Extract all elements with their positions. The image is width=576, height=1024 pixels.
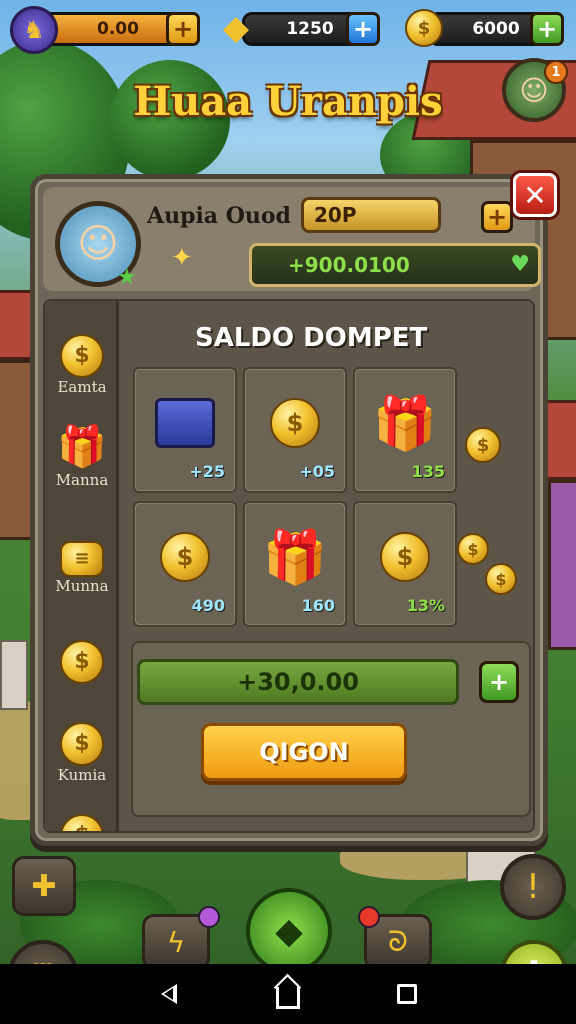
system-navigation-bar: [0, 964, 576, 1024]
side-item-coin-stack[interactable]: ≡ Munna: [49, 527, 115, 595]
panel-header: ☺ ★ Aupia Ouod 20P + ✦ +900.0100 ♥: [43, 187, 541, 291]
quest-button[interactable]: !: [500, 854, 566, 920]
coin-icon: $: [49, 631, 115, 684]
back-button[interactable]: [149, 974, 189, 1014]
wallet-item-value: 160: [301, 596, 335, 615]
home-icon: [275, 987, 300, 1009]
chest-icon: [135, 383, 235, 463]
coin-stack-icon: $: [135, 517, 235, 597]
coin-icon: $: [49, 713, 115, 766]
coins-value: 6000: [472, 19, 520, 39]
gem-icon: ◆: [222, 8, 250, 48]
sparkle-icon: ✦: [171, 243, 193, 273]
game-title: Huaa Uranpis: [133, 78, 443, 125]
gems-value: 1250: [286, 19, 334, 39]
purple-gem-icon: [198, 906, 220, 928]
wallet-item[interactable]: 🎁 160: [243, 501, 347, 627]
close-button[interactable]: ✕: [513, 173, 557, 217]
rope-icon: ᘐ: [388, 925, 408, 958]
panel-body: $ Eamta 🎁 Manna ≡ Munna $ $ Kumia $ SALD: [43, 299, 535, 833]
add-coins-button[interactable]: +: [530, 12, 564, 46]
wallet-item[interactable]: +25: [133, 367, 237, 493]
star-icon: ★: [117, 264, 137, 290]
wallet-item[interactable]: 🎁 135: [353, 367, 457, 493]
house: [548, 480, 576, 650]
top-resource-bar: 0.00 ♞ + 1250 ◆ + 6000 $ +: [8, 6, 568, 54]
balance-value: +900.0100: [288, 253, 410, 277]
balance-display: +900.0100 ♥: [249, 243, 541, 287]
coin-icon: $: [457, 533, 489, 565]
wallet-item-value: 490: [191, 596, 225, 615]
wallet-item-value: 13%: [406, 596, 445, 615]
puzzle-button[interactable]: ✚: [12, 856, 76, 916]
side-item-label: Munna: [55, 577, 109, 595]
level-badge: 20P: [301, 197, 441, 233]
wallet-item-value: +25: [189, 462, 225, 481]
add-gems-button[interactable]: +: [346, 12, 380, 46]
recents-button[interactable]: [387, 974, 427, 1014]
profile-resource-value: 0.00: [97, 19, 139, 39]
player-avatar-icon[interactable]: ♞: [10, 6, 58, 54]
wallet-item[interactable]: $ +05: [243, 367, 347, 493]
side-item-coin[interactable]: $: [49, 631, 115, 684]
amount-value: +30,0.00: [237, 668, 359, 696]
coin-icon: $: [485, 563, 517, 595]
player-name: Aupia Ouod: [147, 203, 291, 229]
coin-icon: $: [402, 6, 446, 50]
side-item-coin[interactable]: $ Kumia: [49, 713, 115, 784]
side-item-coin[interactable]: $: [49, 805, 115, 831]
exclamation-icon: !: [526, 867, 540, 907]
side-item-gift[interactable]: 🎁 Manna: [49, 423, 115, 489]
wallet-item-value: +05: [299, 462, 335, 481]
play-icon: ◆: [275, 910, 303, 952]
amount-field[interactable]: +30,0.00: [137, 659, 459, 705]
play-button[interactable]: ◆: [246, 888, 332, 974]
coin-pile-icon: $: [355, 517, 455, 597]
lightning-icon: ϟ: [166, 925, 186, 959]
side-item-label: Manna: [55, 471, 109, 489]
wallet-item[interactable]: $ 490: [133, 501, 237, 627]
wallet-panel: ☺ ★ Aupia Ouod 20P + ✦ +900.0100 ♥ ✕ $ E…: [30, 173, 557, 846]
coin-stack-icon: $: [245, 383, 345, 463]
back-icon: [161, 984, 178, 1004]
coin-icon: $: [49, 805, 115, 831]
section-title: SALDO DOMPET: [195, 323, 428, 353]
add-amount-button[interactable]: +: [479, 661, 519, 703]
fence: [0, 640, 28, 710]
coin-icon: $: [49, 325, 115, 378]
notification-badge: 1: [544, 60, 568, 84]
side-item-label: Kumia: [57, 766, 107, 784]
confirm-button[interactable]: QIGON: [201, 723, 407, 781]
home-button[interactable]: [268, 974, 308, 1014]
coin-icon: $: [465, 427, 501, 463]
puzzle-icon: ✚: [31, 868, 57, 904]
purchase-area: +30,0.00 + QIGON: [131, 641, 531, 817]
side-item-label: Eamta: [57, 378, 107, 396]
gift-icon: 🎁: [262, 527, 328, 588]
side-category-list: $ Eamta 🎁 Manna ≡ Munna $ $ Kumia $: [45, 301, 119, 831]
recents-icon: [396, 984, 417, 1004]
wallet-item-value: 135: [411, 462, 445, 481]
wallet-item[interactable]: $ 13%: [353, 501, 457, 627]
coin-stack-icon: ≡: [49, 527, 115, 577]
side-item-coin[interactable]: $ Eamta: [49, 325, 115, 396]
gift-icon: 🎁: [372, 393, 438, 454]
gift-icon: 🎁: [57, 424, 107, 470]
heart-gem-icon: ♥: [510, 252, 530, 277]
add-level-button[interactable]: +: [481, 201, 513, 233]
add-profile-resource-button[interactable]: +: [166, 12, 200, 46]
red-gem-icon: [358, 906, 380, 928]
